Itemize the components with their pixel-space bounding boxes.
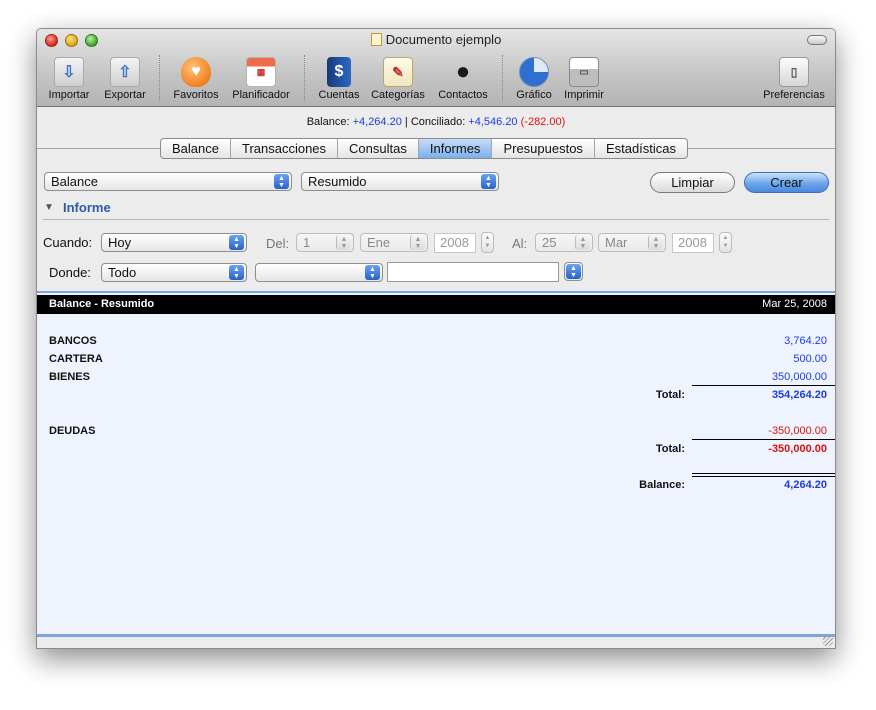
account-value: 500.00 — [793, 353, 827, 365]
account-value: 3,764.20 — [784, 335, 827, 347]
tab-informes[interactable]: Informes — [418, 139, 493, 158]
al-year-field[interactable]: 2008 — [672, 233, 714, 253]
pie-chart-icon — [519, 57, 549, 87]
limpiar-button[interactable]: Limpiar — [650, 172, 735, 193]
resize-grip-icon[interactable] — [823, 636, 833, 646]
report-balance-label: Balance: — [639, 479, 685, 491]
title-bar: Documento ejemplo ⇩ Importar ⇧ Exportar … — [37, 29, 835, 107]
al-month-select[interactable]: Mar ▲ ▼ — [598, 233, 666, 252]
cuando-label: Cuando: — [43, 235, 93, 250]
select-arrows-icon: ▲ ▼ — [336, 235, 351, 250]
cuando-select[interactable]: Hoy ▲ ▼ — [101, 233, 247, 252]
al-label: Al: — [512, 236, 528, 251]
tab-presupuestos[interactable]: Presupuestos — [492, 139, 595, 158]
toolbar-categorias-button[interactable]: ✎ Categorías — [368, 57, 428, 101]
heart-icon: ♥ — [181, 57, 211, 87]
al-day-select[interactable]: 25 ▲ ▼ — [535, 233, 593, 252]
report-bottom-border — [37, 634, 835, 637]
account-label: BANCOS — [49, 335, 97, 347]
report-header: Balance - Resumido Mar 25, 2008 — [37, 295, 835, 314]
toolbar-separator — [502, 55, 503, 101]
debts-total-label: Total: — [655, 443, 685, 455]
report-type-select[interactable]: Balance ▲ ▼ — [44, 172, 292, 191]
toolbar-grafico-button[interactable]: Gráfico — [511, 57, 557, 101]
donde-text-field[interactable] — [387, 262, 559, 282]
account-label: BIENES — [49, 371, 90, 383]
del-year-stepper[interactable]: ▲ ▼ — [481, 232, 494, 253]
donde-filter-select[interactable]: ▲ ▼ — [255, 263, 383, 282]
tab-estadisticas[interactable]: Estadísticas — [595, 139, 687, 158]
del-day-select[interactable]: 1 ▲ ▼ — [296, 233, 354, 252]
import-icon: ⇩ — [54, 57, 84, 87]
toolbar-planificador-button[interactable]: ▦ Planificador — [228, 57, 294, 101]
toolbar-favoritos-button[interactable]: ♥ Favoritos — [169, 57, 223, 101]
tab-balance[interactable]: Balance — [161, 139, 231, 158]
select-arrows-icon: ▲ ▼ — [274, 174, 289, 189]
select-arrows-icon: ▲ ▼ — [575, 235, 590, 250]
balance-double-rule — [692, 473, 835, 477]
switch-icon: ▯ — [779, 57, 809, 87]
report-balance-value: 4,264.20 — [784, 479, 827, 491]
total-rule — [692, 439, 835, 440]
reconciled-value: +4,546.20 — [468, 116, 518, 128]
export-icon: ⇧ — [110, 57, 140, 87]
del-label: Del: — [266, 236, 290, 251]
donde-text-menu[interactable]: ▲ ▼ — [564, 262, 583, 281]
assets-total-value: 354,264.20 — [771, 389, 827, 401]
report-view: Balance - Resumido Mar 25, 2008 BANCOS 3… — [37, 291, 835, 636]
crear-button[interactable]: Crear — [744, 172, 829, 193]
toolbar-separator — [159, 55, 160, 101]
report-title: Balance - Resumido — [49, 298, 155, 310]
select-arrows-icon: ▲ ▼ — [648, 235, 663, 250]
document-icon — [370, 33, 382, 46]
toolbar-cuentas-button[interactable]: $ Cuentas — [315, 57, 363, 101]
toolbar-preferencias-button[interactable]: ▯ Preferencias — [759, 57, 829, 101]
del-month-select[interactable]: Ene ▲ ▼ — [360, 233, 428, 252]
select-arrows-icon: ▲ ▼ — [365, 265, 380, 280]
difference-value: (-282.00) — [520, 116, 566, 128]
toolbar-separator — [304, 55, 305, 101]
select-arrows-icon: ▲ ▼ — [229, 265, 244, 280]
select-arrows-icon: ▲ ▼ — [481, 174, 496, 189]
select-arrows-icon: ▲ ▼ — [410, 235, 425, 250]
account-label: DEUDAS — [49, 425, 96, 437]
account-value: 350,000.00 — [771, 371, 827, 383]
account-value: -350,000.00 — [768, 425, 827, 437]
app-window: Documento ejemplo ⇩ Importar ⇧ Exportar … — [36, 28, 836, 649]
calendar-icon: ▦ — [246, 57, 276, 87]
toolbar-contactos-button[interactable]: ● Contactos — [434, 57, 492, 101]
person-icon: ● — [455, 58, 471, 85]
tab-bar: Balance Transacciones Consultas Informes… — [160, 138, 689, 159]
toolbar-imprimir-button[interactable]: ▭ Imprimir — [559, 57, 609, 101]
disclosure-triangle-icon[interactable]: ▼ — [44, 202, 54, 213]
section-title: Informe — [63, 200, 111, 215]
del-year-field[interactable]: 2008 — [434, 233, 476, 253]
toolbar-importar-button[interactable]: ⇩ Importar — [45, 57, 93, 101]
printer-icon: ▭ — [569, 57, 599, 87]
window-title: Documento ejemplo — [37, 32, 835, 47]
report-mode-select[interactable]: Resumido ▲ ▼ — [301, 172, 499, 191]
section-divider — [43, 219, 829, 220]
donde-label: Donde: — [49, 265, 91, 280]
total-rule — [692, 385, 835, 386]
balance-summary: Balance: +4,264.20 | Conciliado: +4,546.… — [306, 116, 566, 128]
select-arrows-icon: ▲ ▼ — [566, 264, 581, 279]
account-label: CARTERA — [49, 353, 103, 365]
select-arrows-icon: ▲ ▼ — [229, 235, 244, 250]
ledger-icon: $ — [327, 57, 351, 87]
debts-total-value: -350,000.00 — [768, 443, 827, 455]
assets-total-label: Total: — [655, 389, 685, 401]
al-year-stepper[interactable]: ▲ ▼ — [719, 232, 732, 253]
report-date: Mar 25, 2008 — [762, 298, 827, 310]
donde-select[interactable]: Todo ▲ ▼ — [101, 263, 247, 282]
tab-transacciones[interactable]: Transacciones — [231, 139, 339, 158]
toolbar-toggle-button[interactable] — [807, 35, 827, 45]
balance-value: +4,264.20 — [352, 116, 402, 128]
tab-consultas[interactable]: Consultas — [338, 139, 419, 158]
toolbar-exportar-button[interactable]: ⇧ Exportar — [99, 57, 151, 101]
notepad-icon: ✎ — [383, 57, 413, 87]
